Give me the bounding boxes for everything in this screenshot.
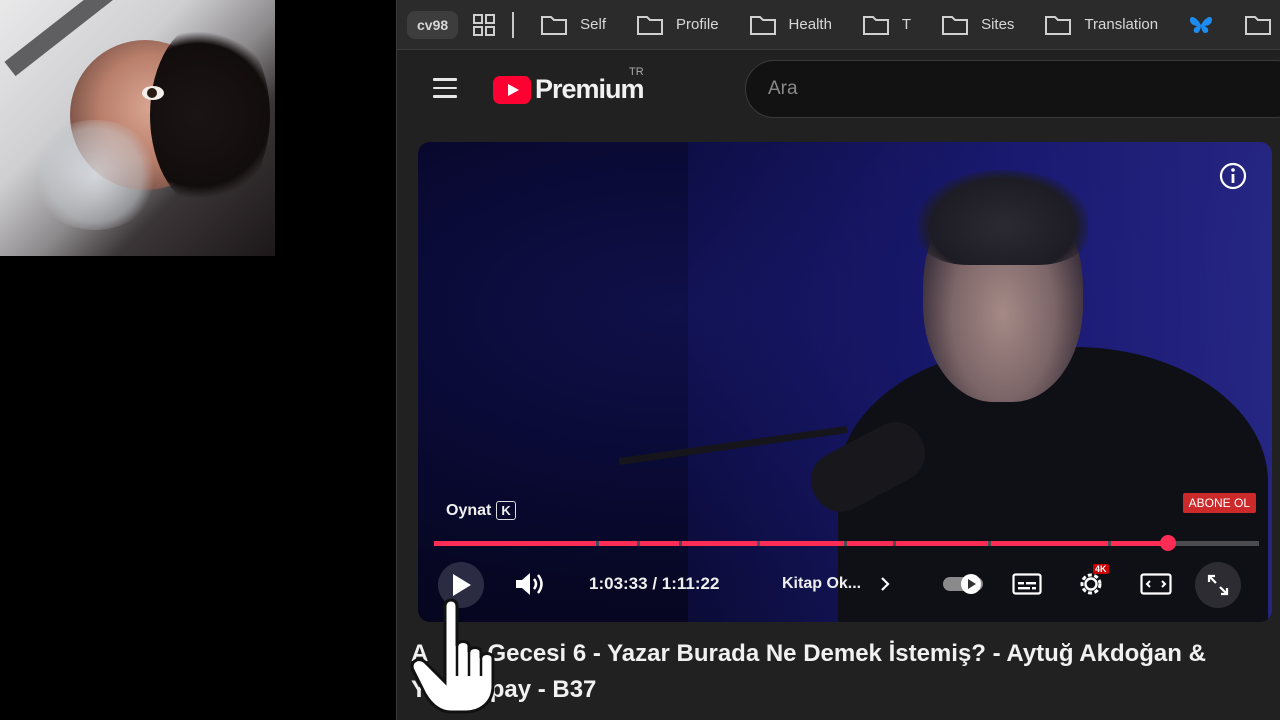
info-icon[interactable]	[1219, 162, 1247, 190]
play-icon	[453, 574, 471, 596]
folder-icon	[749, 15, 776, 35]
breathing-mask	[30, 120, 160, 230]
butterfly-icon[interactable]	[1188, 14, 1214, 36]
player-controls: 1:03:33 / 1:11:22 Kitap Ok... 4K	[418, 562, 1272, 612]
webcam-hair	[150, 20, 270, 210]
webcam-eye	[142, 86, 164, 100]
subtitles-button[interactable]	[1011, 562, 1043, 606]
settings-button[interactable]: 4K	[1073, 562, 1109, 606]
video-title[interactable]: A a Gecesi 6 - Yazar Burada Ne Demek İst…	[411, 636, 1271, 708]
autoplay-icon	[943, 574, 983, 594]
region-code: TR	[629, 66, 644, 78]
fullscreen-button[interactable]	[1195, 562, 1241, 608]
folder-icon	[862, 15, 889, 35]
progress-played-segment	[640, 541, 679, 546]
progress-played-segment	[846, 541, 893, 546]
time-display: 1:03:33 / 1:11:22	[589, 562, 719, 606]
menu-icon[interactable]	[433, 78, 457, 98]
chevron-right-icon	[881, 577, 890, 591]
bookmark-label: Profile	[676, 16, 719, 33]
bookmark-folder-t[interactable]: T	[862, 14, 911, 36]
progress-played-segment	[759, 541, 844, 546]
expand-icon	[1207, 574, 1229, 596]
bookmark-folder-translation[interactable]: Translation	[1044, 14, 1158, 36]
screen: cv98 Self Profile Health T Sites Transla…	[0, 0, 1280, 720]
video-person-hair	[918, 170, 1088, 265]
subtitles-icon	[1012, 573, 1042, 595]
logo-wordmark: Premium	[535, 74, 645, 104]
chapter-label: Kitap Ok...	[782, 575, 862, 592]
progress-played-segment	[1110, 541, 1166, 546]
youtube-play-icon	[493, 75, 531, 104]
progress-played-segment	[434, 541, 596, 546]
theater-mode-button[interactable]	[1139, 562, 1173, 606]
folder-icon	[942, 15, 969, 35]
time-separator: /	[647, 574, 662, 593]
folder-icon[interactable]	[1244, 14, 1272, 36]
play-button[interactable]	[438, 562, 484, 608]
progress-played-segment	[896, 541, 988, 546]
bookmark-folder-self[interactable]: Self	[540, 14, 606, 36]
bookmark-folder-sites[interactable]: Sites	[941, 14, 1014, 36]
bookmark-label: Sites	[981, 16, 1015, 33]
bookmark-label: Translation	[1084, 16, 1159, 33]
browser-window: cv98 Self Profile Health T Sites Transla…	[396, 0, 1280, 720]
video-player[interactable]: ABONE OL Oynat K 1:03:33 / 1:11:22 Kitap…	[418, 142, 1272, 622]
play-tooltip: Oynat K	[446, 501, 516, 520]
tooltip-shortcut-key: K	[496, 501, 516, 520]
subscribe-watermark[interactable]: ABONE OL	[1182, 493, 1256, 513]
bookmark-label: Self	[580, 16, 607, 33]
bookmark-label: T	[901, 16, 912, 33]
youtube-premium-logo[interactable]: Premium TR	[493, 66, 645, 105]
theater-icon	[1140, 573, 1172, 595]
folder-icon	[1045, 15, 1072, 35]
autoplay-toggle[interactable]	[942, 562, 984, 606]
volume-button[interactable]	[513, 562, 549, 606]
progress-bar[interactable]	[434, 535, 1259, 551]
time-total: 1:11:22	[661, 574, 720, 593]
quality-badge: 4K	[1093, 564, 1109, 574]
profile-chip[interactable]: cv98	[407, 10, 459, 39]
folder-icon	[637, 15, 664, 35]
search-placeholder: Ara	[768, 78, 798, 99]
folder-icon	[541, 15, 568, 35]
bookmark-folder-profile[interactable]: Profile	[636, 14, 719, 36]
video-title-line1: A a Gecesi 6 - Yazar Burada Ne Demek İst…	[411, 640, 1206, 667]
apps-grid-icon[interactable]	[472, 13, 496, 37]
bookmark-label: Health	[788, 16, 832, 33]
time-current: 1:03:33	[589, 574, 648, 593]
bookmarks-separator	[512, 11, 515, 38]
video-title-line2: Y Alpay - B37	[411, 676, 597, 703]
volume-icon	[516, 573, 543, 595]
bookmark-folder-health[interactable]: Health	[749, 14, 832, 36]
youtube-header: Premium TR Ara	[397, 50, 1280, 132]
bookmarks-bar: cv98 Self Profile Health T Sites Transla…	[397, 0, 1280, 50]
progress-played-segment	[599, 541, 638, 546]
webcam-overlay	[0, 0, 275, 256]
tooltip-label: Oynat	[446, 501, 492, 519]
chapter-button[interactable]: Kitap Ok...	[782, 562, 895, 606]
search-input[interactable]: Ara	[745, 60, 1280, 118]
progress-played-segment	[681, 541, 757, 546]
progress-played-segment	[990, 541, 1108, 546]
